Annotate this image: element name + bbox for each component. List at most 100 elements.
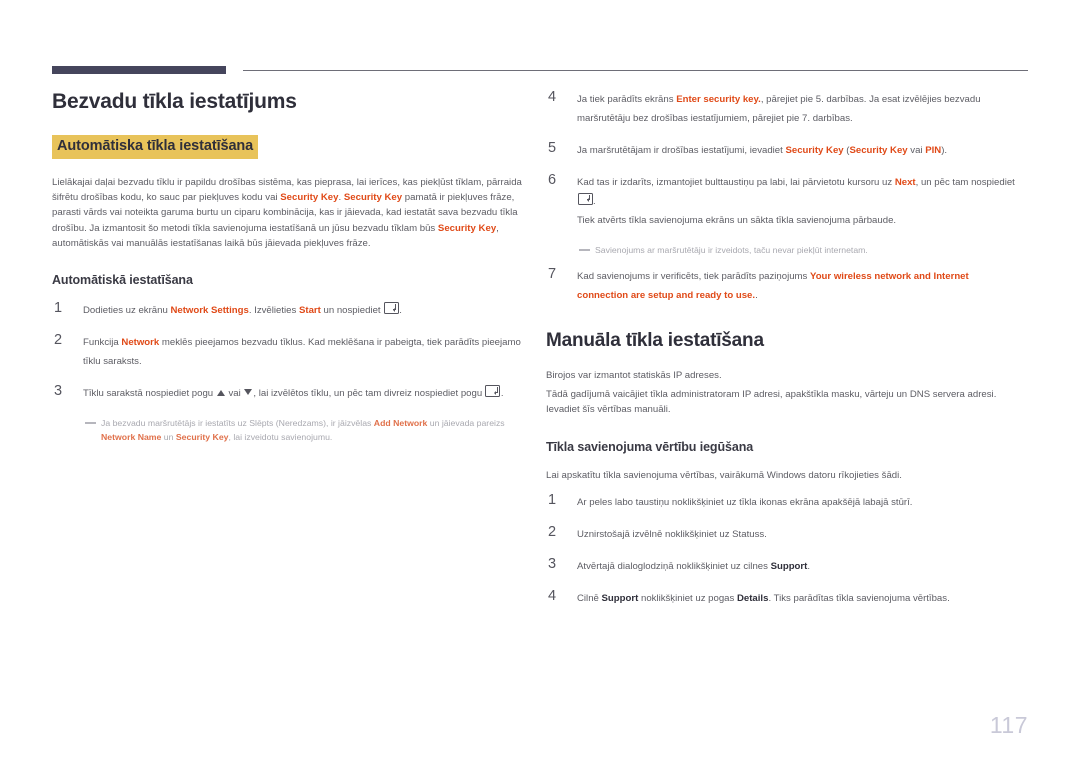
- step-item: 2 Funkcija Network meklēs pieejamos bezv…: [52, 332, 522, 371]
- step-item: 4 Ja tiek parādīts ekrāns Enter security…: [546, 89, 1016, 128]
- step-text: Kad savienojums ir verificēts, tiek parā…: [577, 267, 1016, 305]
- step-number: 4: [548, 89, 557, 105]
- keyword-next: Next: [894, 177, 916, 188]
- enter-key-icon: [577, 193, 593, 205]
- keyword-network-settings: Network Settings: [170, 305, 249, 317]
- step-text-1: Ja maršrutētājam ir drošības iestatījumi…: [577, 145, 786, 156]
- step-number: 2: [548, 524, 557, 541]
- triangle-up-icon: [216, 390, 225, 397]
- step-text-1: Tīklu sarakstā nospiediet pogu: [83, 388, 216, 400]
- subsection-title-get-values: Tīkla savienojuma vērtību iegūšana: [546, 439, 754, 454]
- keyword-pin: PIN: [925, 145, 942, 156]
- step-text-3: un nospiediet: [320, 305, 384, 317]
- step-number: 5: [548, 140, 557, 156]
- step-text: Ja tiek parādīts ekrāns Enter security k…: [577, 90, 1016, 128]
- step-item: 1 Ar peles labo taustiņu noklikšķiniet u…: [546, 492, 1016, 512]
- step-text-2: , un pēc tam nospiediet: [915, 177, 1015, 188]
- keyword-network: Network: [121, 337, 160, 349]
- keyword-security-key: Security Key: [175, 432, 229, 443]
- step-number: 7: [548, 266, 557, 282]
- step-item: 1 Dodieties uz ekrānu Network Settings. …: [52, 300, 522, 320]
- step-item: 7 Kad savienojums ir verificēts, tiek pa…: [546, 266, 1016, 305]
- keyword-support: Support: [601, 593, 639, 605]
- step-item: 2 Uznirstošajā izvēlnē noklikšķiniet uz …: [546, 524, 1016, 544]
- step-text-3: vai: [907, 145, 926, 156]
- keyword-add-network: Add Network: [373, 418, 428, 429]
- header-rule-thick: [52, 66, 226, 74]
- step-number: 4: [548, 588, 557, 605]
- triangle-down-icon: [244, 389, 253, 396]
- step-text: Cilnē Support noklikšķiniet uz pogas Det…: [577, 589, 1016, 608]
- highlighted-section-title: Automātiska tīkla iestatīšana: [52, 135, 259, 159]
- step-number: 6: [548, 172, 557, 188]
- windows-values-step-list: 1 Ar peles labo taustiņu noklikšķiniet u…: [546, 492, 1016, 608]
- section-title-manual: Manuāla tīkla iestatīšana: [546, 330, 764, 351]
- step-text-2: .: [755, 290, 758, 301]
- note-text-4: , lai izveidotu savienojumu.: [228, 432, 333, 443]
- step-text: Tīklu sarakstā nospiediet pogu vai , lai…: [83, 384, 522, 403]
- step-item: 6 Kad tas ir izdarīts, izmantojiet bultt…: [546, 172, 1016, 230]
- step-number: 1: [54, 300, 63, 317]
- step-text-3: .: [593, 196, 596, 207]
- automatic-setup-step-list: 1 Dodieties uz ekrānu Network Settings. …: [52, 300, 522, 403]
- step-item: 3 Tīklu sarakstā nospiediet pogu vai , l…: [52, 383, 522, 403]
- step-text: Kad tas ir izdarīts, izmantojiet bulttau…: [577, 173, 1016, 211]
- manual-paragraph-3: Lai apskatītu tīkla savienojuma vērtības…: [546, 469, 902, 481]
- step-text-3: . Tiks parādītas tīkla savienojuma vērtī…: [768, 593, 950, 605]
- step-number: 1: [548, 492, 557, 509]
- step-text: Dodieties uz ekrānu Network Settings. Iz…: [83, 301, 522, 320]
- step-text: Funkcija Network meklēs pieejamos bezvad…: [83, 333, 522, 371]
- step-text-1: Kad tas ir izdarīts, izmantojiet bulttau…: [577, 177, 895, 188]
- step-text-2: .: [807, 561, 811, 573]
- step-text: Ar peles labo taustiņu noklikšķiniet uz …: [577, 497, 913, 509]
- step-text-1: Ja tiek parādīts ekrāns: [577, 94, 677, 105]
- step-extra-text: Tiek atvērts tīkla savienojuma ekrāns un…: [577, 215, 897, 226]
- step-text-4: ).: [941, 145, 948, 156]
- keyword-security-key-2: Security Key: [343, 192, 403, 204]
- step-item: 5 Ja maršrutētājam ir drošības iestatīju…: [546, 140, 1016, 160]
- right-column: 4 Ja tiek parādīts ekrāns Enter security…: [546, 89, 1016, 621]
- enter-key-icon: [485, 385, 501, 398]
- step-number: 3: [548, 556, 557, 573]
- step-text: Uznirstošajā izvēlnē noklikšķiniet uz St…: [577, 529, 767, 541]
- step-text-1: Atvērtajā dialoglodziņā noklikšķiniet uz…: [577, 561, 771, 573]
- keyword-support-tab: Support: [770, 561, 808, 573]
- step-text-1: Cilnē: [577, 593, 602, 605]
- left-column: Bezvadu tīkla iestatījums Automātiska tī…: [52, 90, 522, 454]
- automatic-setup-step-list-final: 7 Kad savienojums ir verificēts, tiek pa…: [546, 266, 1016, 305]
- page-number: 117: [989, 712, 1028, 738]
- step-text-2: vai: [225, 388, 244, 400]
- step-text-3: , lai izvēlētos tīklu, un pēc tam divrei…: [253, 388, 485, 400]
- manual-paragraph-2: Tādā gadījumā vaicājiet tīkla administra…: [546, 389, 997, 416]
- keyword-security-key-2: Security Key: [849, 145, 908, 156]
- step-text-1: Funkcija: [83, 337, 122, 349]
- keyword-enter-security-key: Enter security key.: [676, 94, 761, 105]
- manual-paragraph-1: Birojos var izmantot statiskās IP adrese…: [546, 369, 722, 381]
- note-router-no-internet: Savienojums ar maršrutētāju ir izveidots…: [577, 243, 1016, 257]
- note-text-1: Ja bezvadu maršrutētājs ir iestatīts uz …: [101, 418, 374, 429]
- keyword-security-key-1: Security Key: [280, 192, 339, 204]
- automatic-setup-step-list-continued: 4 Ja tiek parādīts ekrāns Enter security…: [546, 89, 1016, 230]
- step-text-2: noklikšķiniet uz pogas: [638, 593, 737, 605]
- keyword-security-key-1: Security Key: [785, 145, 844, 156]
- step-text-4: .: [399, 305, 402, 317]
- step-item: 4 Cilnē Support noklikšķiniet uz pogas D…: [546, 588, 1016, 608]
- note-hidden-network: Ja bezvadu maršrutētājs ir iestatīts uz …: [83, 416, 522, 444]
- step-item: 3 Atvērtajā dialoglodziņā noklikšķiniet …: [546, 556, 1016, 576]
- note-text-3: un: [161, 432, 176, 443]
- step-text-1: Dodieties uz ekrānu: [83, 305, 171, 317]
- step-text-1: Kad savienojums ir verificēts, tiek parā…: [577, 271, 811, 282]
- header-decoration: [52, 64, 1028, 78]
- step-number: 3: [54, 383, 63, 400]
- step-text-2: . Izvēlieties: [248, 305, 299, 317]
- keyword-start: Start: [298, 305, 321, 317]
- chapter-title: Bezvadu tīkla iestatījums: [52, 90, 297, 113]
- keyword-security-key-3: Security Key: [437, 222, 497, 234]
- keyword-details: Details: [736, 593, 769, 605]
- keyword-network-name: Network Name: [101, 432, 162, 443]
- step-number: 2: [54, 332, 63, 349]
- enter-key-icon: [383, 302, 399, 315]
- note-text-2: un jāievada pareizs: [427, 418, 505, 429]
- step-text: Ja maršrutētājam ir drošības iestatījumi…: [577, 141, 1016, 160]
- header-rule-thin: [243, 70, 1028, 71]
